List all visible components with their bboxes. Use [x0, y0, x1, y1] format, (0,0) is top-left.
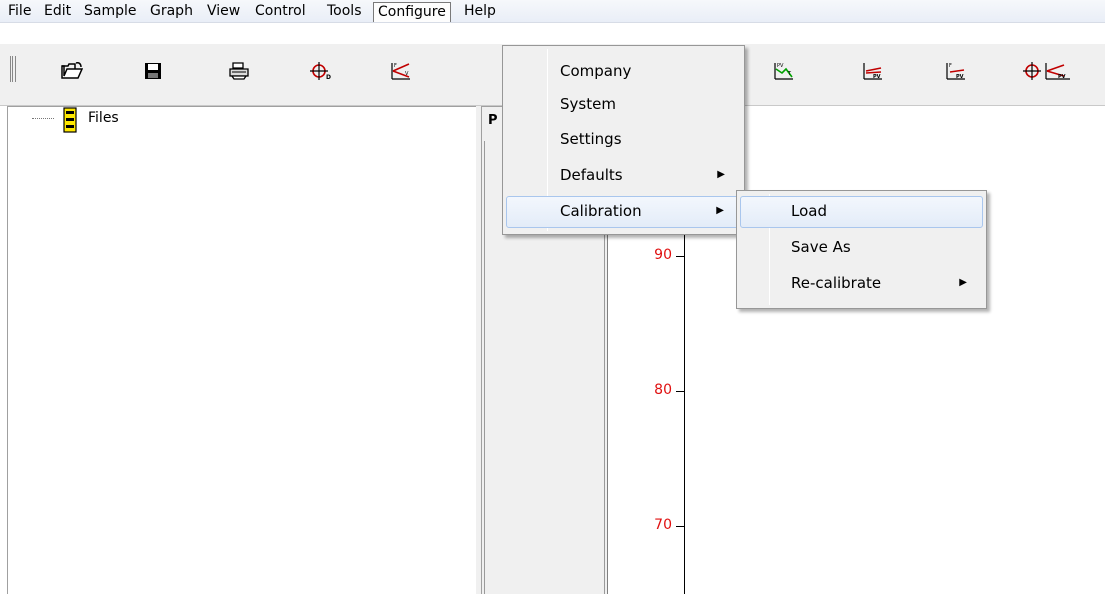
- menu-item-label: Calibration: [560, 202, 642, 220]
- y-tick-label: 80: [654, 382, 672, 398]
- file-tree-pane: Files: [7, 106, 476, 594]
- menu-item-label: Settings: [560, 130, 622, 148]
- menu-item-system[interactable]: System: [506, 89, 741, 121]
- menu-configure[interactable]: Configure: [373, 2, 451, 22]
- menu-item-load[interactable]: Load: [740, 196, 983, 228]
- svg-text:F: F: [949, 63, 952, 69]
- menu-help[interactable]: Help: [462, 0, 498, 23]
- y-tick: [676, 256, 684, 257]
- svg-text:F: F: [394, 63, 397, 69]
- submenu-arrow-icon: ▶: [959, 277, 967, 288]
- tree-item-files[interactable]: Files: [88, 110, 119, 126]
- menu-tools[interactable]: Tools: [325, 0, 364, 23]
- menu-item-save-as[interactable]: Save As: [740, 232, 983, 264]
- svg-text:PV: PV: [956, 74, 964, 80]
- menu-item-company[interactable]: Company: [506, 56, 741, 88]
- f-pv-chart-icon[interactable]: F PV: [939, 54, 973, 88]
- menu-sample[interactable]: Sample: [82, 0, 139, 23]
- configure-menu: Company System Settings Defaults ▶ Calib…: [502, 45, 745, 235]
- menu-item-settings[interactable]: Settings: [506, 124, 741, 156]
- svg-text:PV: PV: [1058, 74, 1066, 80]
- print-icon[interactable]: [222, 54, 256, 88]
- menu-control[interactable]: Control: [253, 0, 308, 23]
- menu-edit[interactable]: Edit: [42, 0, 73, 23]
- panel-tab-label: P: [488, 113, 498, 128]
- save-disk-icon[interactable]: [136, 54, 170, 88]
- menu-item-label: System: [560, 95, 616, 113]
- menu-item-label: Defaults: [560, 166, 623, 184]
- menu-item-label: Company: [560, 62, 632, 80]
- open-folder-icon[interactable]: [55, 54, 89, 88]
- tree-connector: [32, 118, 54, 119]
- submenu-arrow-icon: ▶: [716, 205, 724, 216]
- calibration-submenu: Load Save As Re-calibrate ▶: [736, 190, 987, 309]
- menu-bar: File Edit Sample Graph View Control Tool…: [0, 0, 1105, 23]
- y-tick: [676, 391, 684, 392]
- svg-text:V: V: [405, 71, 409, 77]
- crosshair-d-icon[interactable]: D: [304, 54, 338, 88]
- toolbar-grip[interactable]: [10, 56, 16, 82]
- menu-item-calibration[interactable]: Calibration ▶: [506, 196, 741, 228]
- menu-file[interactable]: File: [6, 0, 33, 23]
- menu-item-label: Save As: [791, 238, 851, 256]
- f-v-graph-icon[interactable]: F V: [384, 54, 418, 88]
- y-tick: [676, 526, 684, 527]
- menu-graph[interactable]: Graph: [148, 0, 195, 23]
- submenu-arrow-icon: ▶: [717, 169, 725, 180]
- menu-view[interactable]: View: [205, 0, 242, 23]
- y-tick-label: 70: [654, 517, 672, 533]
- svg-text:D: D: [326, 74, 331, 81]
- menu-item-label: Load: [791, 202, 827, 220]
- y-tick-label: 90: [654, 247, 672, 263]
- files-icon: [61, 107, 79, 137]
- crosshair-f-pv-icon[interactable]: PV: [1018, 54, 1078, 88]
- menu-item-defaults[interactable]: Defaults ▶: [506, 160, 741, 192]
- menu-item-label: Re-calibrate: [791, 274, 882, 292]
- pv-graph-icon[interactable]: PV T: [767, 54, 801, 88]
- menu-item-re-calibrate[interactable]: Re-calibrate ▶: [740, 268, 983, 300]
- svg-text:PV: PV: [873, 74, 881, 80]
- svg-text:PV: PV: [777, 63, 784, 69]
- pv-chart-icon[interactable]: PV: [856, 54, 890, 88]
